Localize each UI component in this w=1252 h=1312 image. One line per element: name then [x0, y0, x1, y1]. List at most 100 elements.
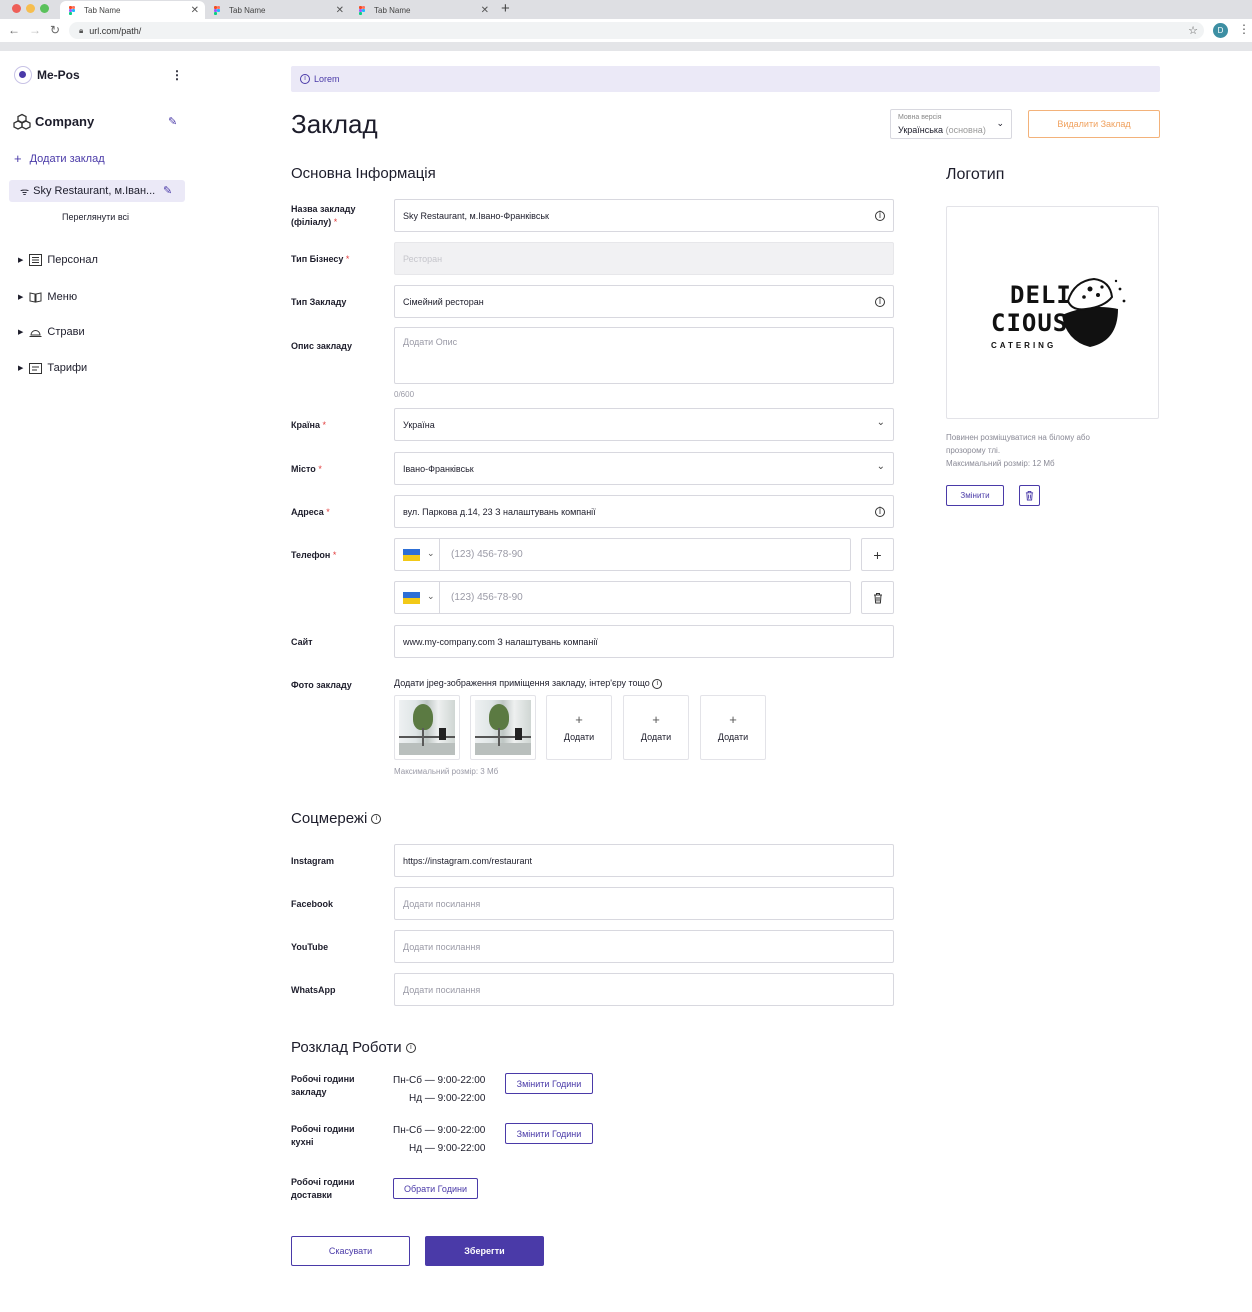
browser-tab-1[interactable]: Tab Name ✕ [60, 1, 205, 19]
info-icon: i [300, 74, 310, 84]
ukraine-flag-icon [403, 592, 420, 604]
logo-hint: Повинен розміщуватися на білому або прозо… [946, 433, 1090, 468]
bookmark-star-icon[interactable]: ☆ [1188, 24, 1198, 37]
country-select[interactable]: Україна ⌄ [394, 408, 894, 441]
plus-icon: + [575, 712, 583, 727]
browser-tab-bar: Tab Name ✕ Tab Name ✕ Tab Name ✕ + [0, 0, 1252, 19]
sidebar-item-label: Меню [47, 291, 78, 303]
close-window-dot[interactable] [12, 4, 21, 13]
cancel-button[interactable]: Скасувати [291, 1236, 410, 1266]
venue-hours-sunday: Нд — 9:00-22:00 [409, 1093, 486, 1104]
browser-tab-2[interactable]: Tab Name ✕ [205, 1, 350, 19]
venue-photo-2[interactable] [470, 695, 536, 760]
city-select[interactable]: Івано-Франківськ ⌄ [394, 452, 894, 485]
forward-arrow-icon[interactable]: → [29, 23, 41, 37]
photos-hint: Додати jpeg-зображення приміщення заклад… [394, 678, 663, 689]
minimize-window-dot[interactable] [26, 4, 35, 13]
figma-icon [69, 5, 76, 15]
venue-type-label: Тип Закладу [291, 297, 347, 307]
close-tab-icon[interactable]: ✕ [191, 5, 199, 16]
add-photo-slot[interactable]: + Додати [623, 695, 689, 760]
schedule-heading: Розклад Роботи i [291, 1039, 416, 1056]
back-arrow-icon[interactable]: ← [8, 23, 20, 37]
browser-divider [0, 42, 1252, 51]
photos-label: Фото закладу [291, 680, 352, 690]
sidebar-item-selected-venue[interactable]: ᯤ Sky Restaurant, м.Іван... ✎ [9, 180, 185, 202]
edit-venue-pencil-icon[interactable]: ✎ [163, 184, 172, 197]
country-code-select[interactable]: ⌄ [394, 581, 440, 614]
profile-avatar[interactable]: D [1213, 23, 1228, 38]
whatsapp-label: WhatsApp [291, 985, 336, 995]
instagram-label: Instagram [291, 856, 335, 866]
add-photo-label: Додати [717, 732, 749, 742]
venue-type-input[interactable]: Сімейний ресторан i [394, 285, 894, 318]
info-icon: i [875, 211, 885, 221]
new-tab-icon[interactable]: + [501, 0, 510, 17]
facebook-input[interactable]: Додати посилання [394, 887, 894, 920]
tab-title: Tab Name [84, 5, 121, 15]
plus-icon: + [729, 712, 737, 727]
change-venue-hours-button[interactable]: Змінити Години [505, 1073, 593, 1094]
add-venue-link[interactable]: + Додати заклад [14, 151, 105, 166]
address-bar[interactable]: 🔒︎ url.com/path/ ☆ [69, 22, 1204, 39]
delete-phone-button[interactable] [861, 581, 894, 614]
browser-menu-icon[interactable]: ⋮ [1238, 22, 1250, 36]
tab-title: Tab Name [374, 5, 411, 15]
info-banner: i Lorem [291, 66, 1160, 92]
add-photo-slot[interactable]: + Додати [700, 695, 766, 760]
facebook-label: Facebook [291, 899, 334, 909]
more-options-icon[interactable]: ⋮ [171, 68, 183, 82]
change-logo-button[interactable]: Змінити [946, 485, 1004, 506]
whatsapp-input[interactable]: Додати посилання [394, 973, 894, 1006]
close-tab-icon[interactable]: ✕ [336, 5, 344, 16]
sidebar-item-dishes[interactable]: ▶ Страви [18, 326, 85, 338]
description-textarea[interactable]: Додати Опис [394, 327, 894, 384]
choose-delivery-hours-button[interactable]: Обрати Години [393, 1178, 478, 1199]
change-kitchen-hours-button[interactable]: Змінити Години [505, 1123, 593, 1144]
sidebar-item-tariffs[interactable]: ▶ Тарифи [18, 362, 87, 374]
youtube-input[interactable]: Додати посилання [394, 930, 894, 963]
chevron-down-icon: ⌄ [996, 118, 1004, 128]
kitchen-hours-label: Робочі години кухні [291, 1124, 355, 1147]
maximize-window-dot[interactable] [40, 4, 49, 13]
plus-icon: + [14, 151, 22, 166]
add-phone-plus-icon[interactable]: + [861, 538, 894, 571]
business-type-input: Ресторан [394, 242, 894, 275]
banner-text: Lorem [314, 74, 340, 84]
caret-right-icon: ▶ [18, 329, 24, 336]
business-type-label: Тип Бізнесу * [291, 254, 350, 264]
brand-name: Me-Pos [37, 68, 80, 82]
view-all-link[interactable]: Переглянути всі [62, 212, 129, 222]
venue-name-input[interactable]: Sky Restaurant, м.Івано-Франківськ i [394, 199, 894, 232]
phone-input-1[interactable]: (123) 456-78-90 [439, 538, 851, 571]
description-label: Опис закладу [291, 341, 353, 351]
sidebar-item-menu[interactable]: ▶ Меню [18, 291, 77, 303]
language-version-select[interactable]: Мовна версія Українська (основна) ⌄ [890, 109, 1012, 139]
venue-photo-1[interactable] [394, 695, 460, 760]
kitchen-hours-weekdays: Пн-Сб — 9:00-22:00 [393, 1125, 486, 1136]
address-label: Адреса * [291, 507, 330, 517]
lock-icon: 🔒︎ [79, 25, 84, 35]
edit-company-pencil-icon[interactable]: ✎ [168, 115, 177, 128]
chevron-down-icon: ⌄ [876, 417, 885, 428]
chevron-down-icon: ⌄ [876, 461, 885, 472]
logo-preview[interactable]: DELI CIOUS CATERING [946, 206, 1159, 419]
address-input[interactable]: вул. Паркова д.14, 23 З налаштувань комп… [394, 495, 894, 528]
logo-heading: Логотип [946, 166, 1005, 183]
tab-title: Tab Name [229, 5, 266, 15]
delete-logo-button[interactable] [1019, 485, 1040, 506]
wifi-icon: ᯤ [20, 187, 30, 198]
sidebar-item-label: Страви [47, 326, 85, 338]
sidebar-item-label: Персонал [47, 254, 98, 266]
instagram-input[interactable]: https://instagram.com/restaurant [394, 844, 894, 877]
sidebar-item-staff[interactable]: ▶ Персонал [18, 254, 98, 266]
browser-tab-3[interactable]: Tab Name ✕ [350, 1, 495, 19]
delete-venue-button[interactable]: Видалити Заклад [1028, 110, 1160, 138]
save-button[interactable]: Зберегти [425, 1236, 544, 1266]
reload-icon[interactable]: ↻ [50, 23, 60, 37]
site-input[interactable]: www.my-company.com З налаштувань компані… [394, 625, 894, 658]
add-photo-slot[interactable]: + Додати [546, 695, 612, 760]
phone-input-2[interactable]: (123) 456-78-90 [439, 581, 851, 614]
close-tab-icon[interactable]: ✕ [481, 5, 489, 16]
country-code-select[interactable]: ⌄ [394, 538, 440, 571]
